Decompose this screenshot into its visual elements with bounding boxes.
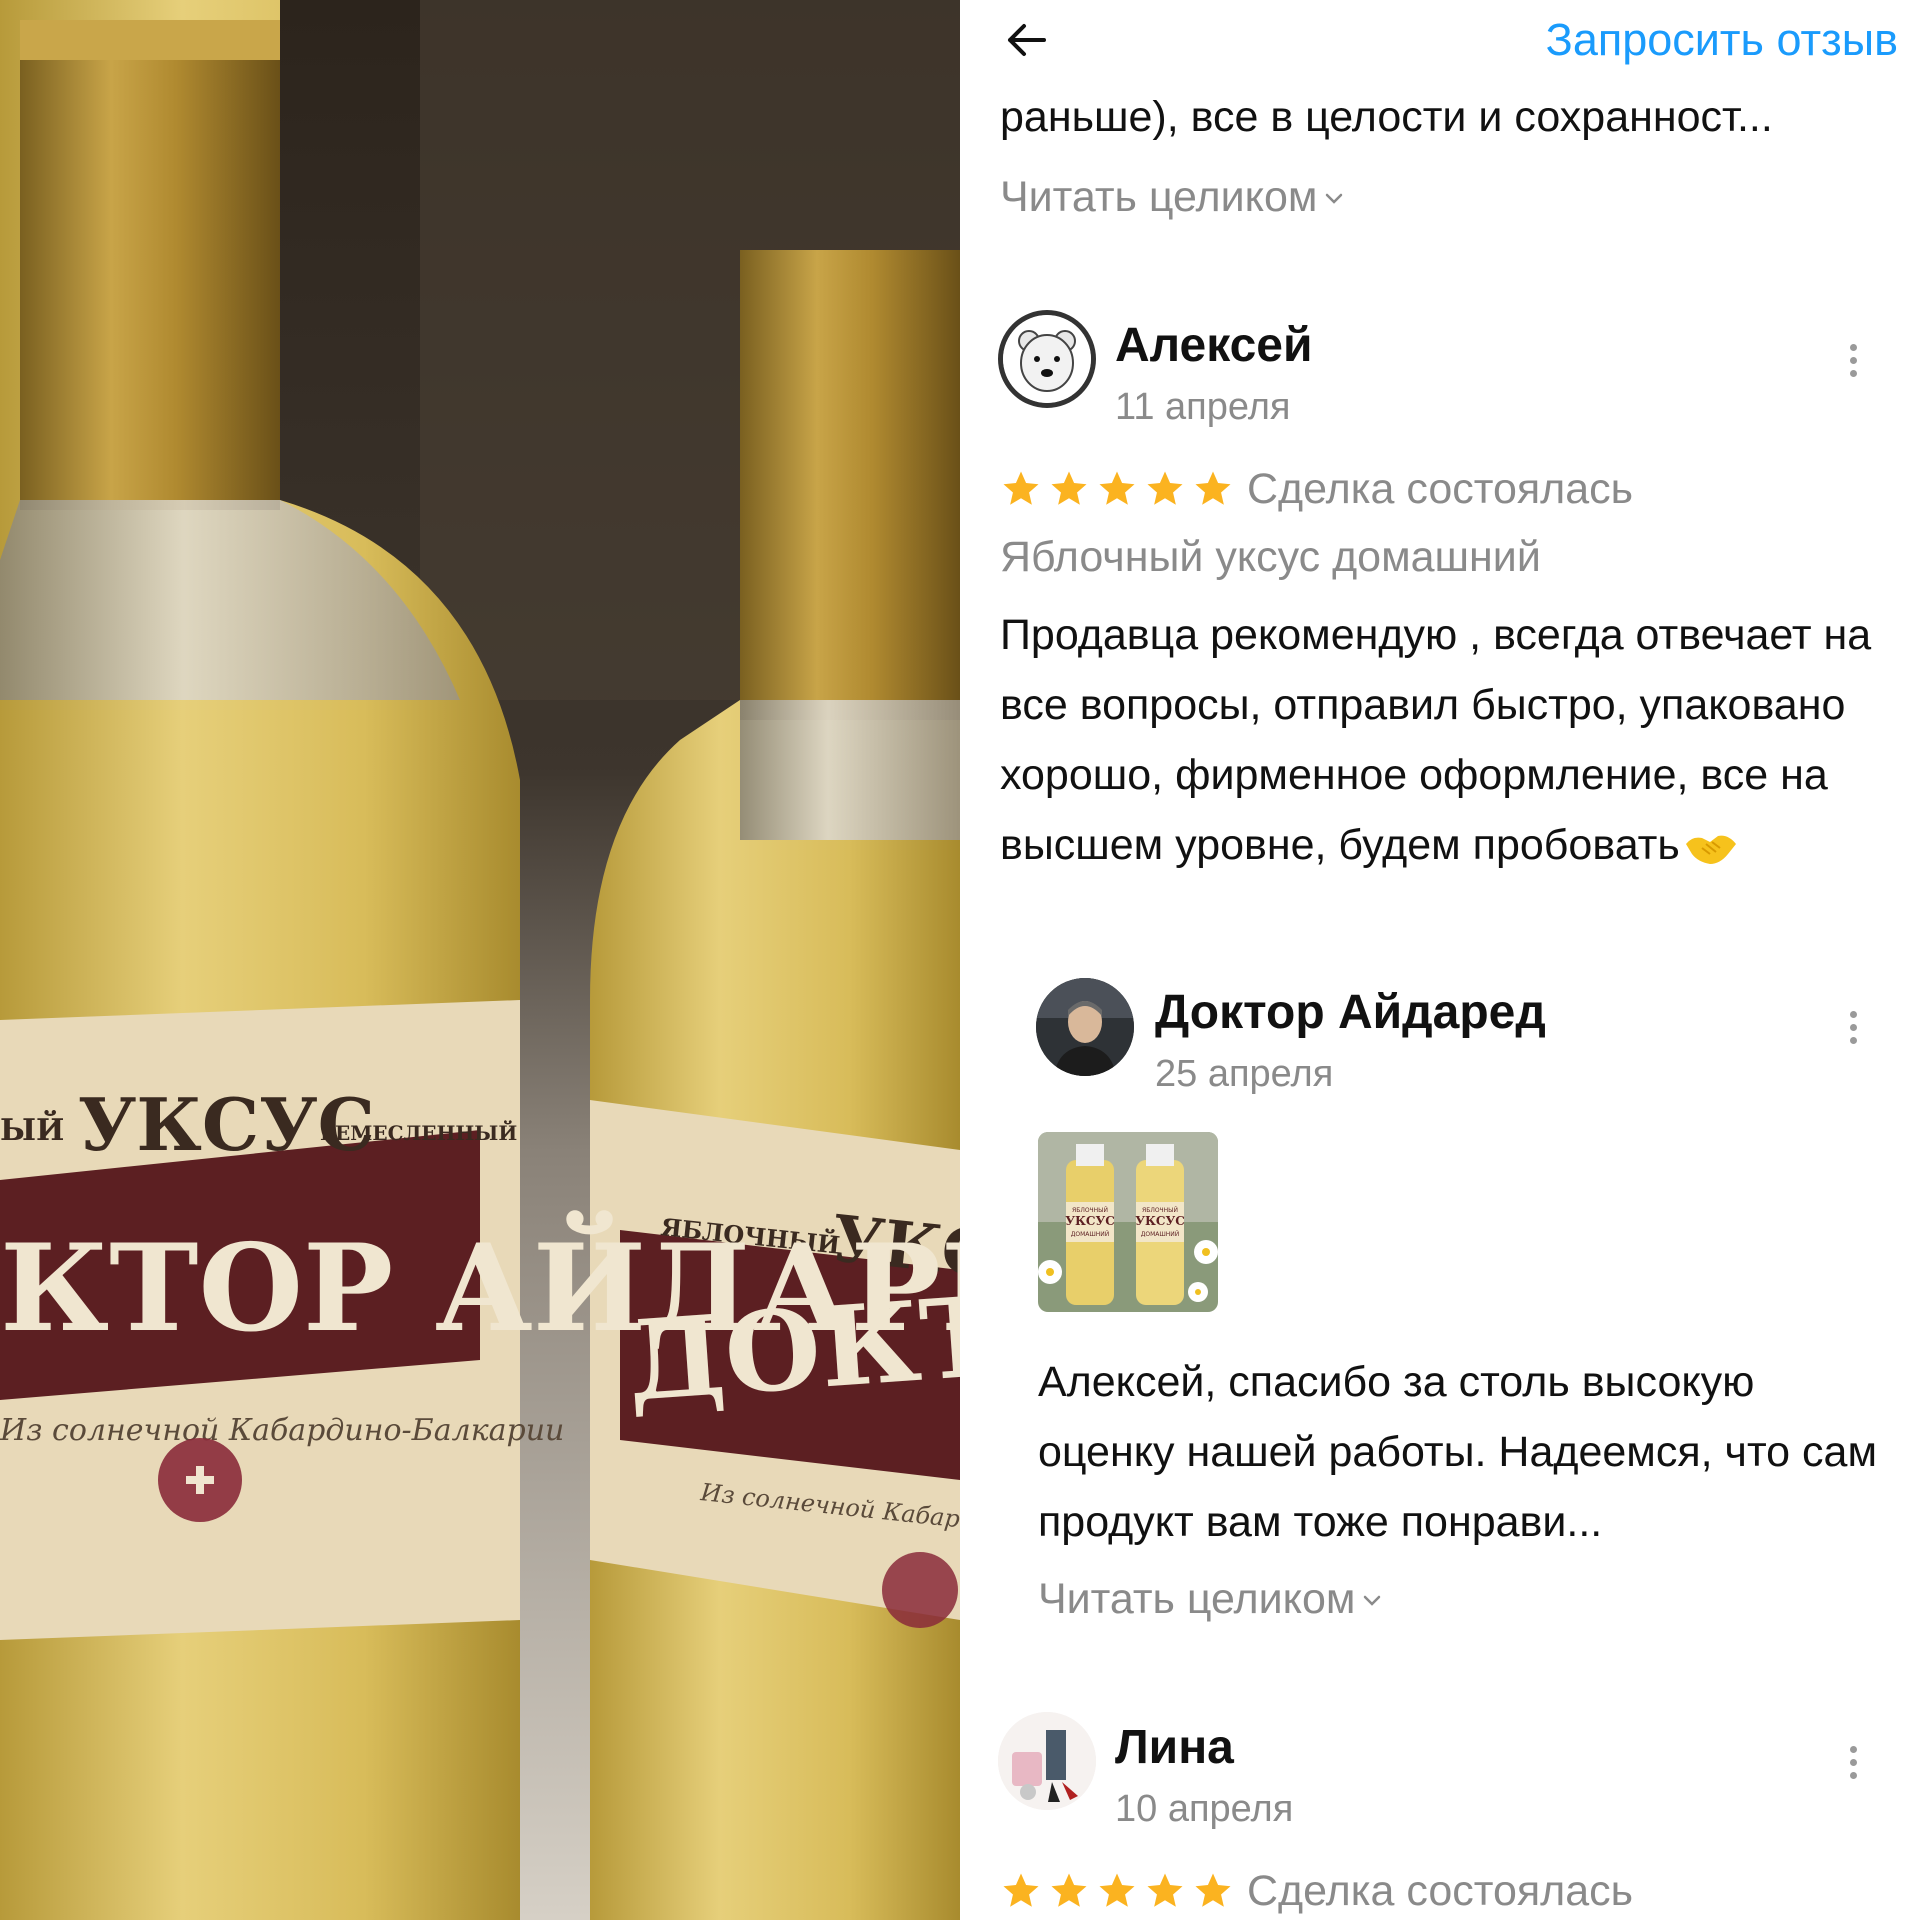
- previous-review-tail: раньше), все в целости и сохранност...: [1000, 93, 1773, 141]
- svg-text:ЫЙ: ЫЙ: [0, 1110, 64, 1148]
- avatar[interactable]: [998, 310, 1096, 408]
- review-author[interactable]: Лина: [1115, 1720, 1234, 1775]
- star-icon: [1003, 471, 1039, 505]
- review-date: 10 апреля: [1115, 1788, 1294, 1830]
- deal-status: Сделка состоялась: [1247, 1867, 1634, 1915]
- star-icon: [1099, 471, 1135, 505]
- chevron-down-icon: [1364, 1595, 1381, 1606]
- arrow-left-icon: [1008, 24, 1046, 56]
- svg-text:ЯБЛОЧНЫЙ: ЯБЛОЧНЫЙ: [1072, 1207, 1108, 1214]
- illustration-avatar-icon: [998, 1712, 1096, 1810]
- svg-text:ЯБЛОЧНЫЙ: ЯБЛОЧНЫЙ: [1142, 1207, 1178, 1214]
- more-options-button[interactable]: [1838, 997, 1868, 1057]
- chevron-down-icon: [1326, 193, 1343, 204]
- vinegar-bottles-thumbnail: ЯБЛОЧНЫЙ УКСУС ДОМАШНИЙ ЯБЛОЧНЫЙ УКСУС Д…: [1038, 1132, 1218, 1312]
- reply-text: Алексей, спасибо за столь высокую оценку…: [1038, 1358, 1878, 1546]
- star-icon: [1147, 471, 1183, 505]
- avatar[interactable]: [1036, 978, 1134, 1076]
- request-review-link[interactable]: Запросить отзыв: [1546, 14, 1898, 66]
- reply-author[interactable]: Доктор Айдаред: [1155, 985, 1546, 1040]
- top-bar: Запросить отзыв: [960, 0, 1920, 80]
- avatar[interactable]: [998, 1712, 1096, 1810]
- star-icon: [1003, 1873, 1039, 1907]
- vinegar-bottles-photo: ЯБЛОЧНЫЙ УКС ДОКТОР А Из солнечной Кабар…: [0, 0, 960, 1920]
- reply-date: 25 апреля: [1155, 1053, 1334, 1095]
- more-options-button[interactable]: [1838, 330, 1868, 390]
- svg-text:УКСУС: УКСУС: [1135, 1214, 1185, 1228]
- product-photo: ЯБЛОЧНЫЙ УКС ДОКТОР А Из солнечной Кабар…: [0, 0, 960, 1920]
- review-author[interactable]: Алексей: [1115, 318, 1313, 373]
- reviews-pane: Запросить отзыв раньше), все в целости и…: [960, 0, 1920, 1920]
- polar-bear-icon: [1003, 315, 1091, 403]
- seller-avatar-icon: [1036, 978, 1134, 1076]
- more-options-button[interactable]: [1838, 1732, 1868, 1792]
- review-text: Продавца рекомендую , всегда отвечает на…: [1000, 611, 1872, 869]
- deal-status: Сделка состоялась: [1247, 465, 1634, 513]
- rating-stars: [1000, 1870, 1234, 1912]
- read-more-link[interactable]: Читать целиком: [1000, 173, 1345, 222]
- svg-text:РЕМЕСЛЕННЫЙ: РЕМЕСЛЕННЫЙ: [320, 1119, 517, 1145]
- rating-stars: [1000, 468, 1234, 510]
- svg-text:ДОМАШНИЙ: ДОМАШНИЙ: [1071, 1231, 1110, 1238]
- star-icon: [1147, 1873, 1183, 1907]
- star-icon: [1195, 471, 1231, 505]
- star-icon: [1051, 1873, 1087, 1907]
- reply-photo-thumbnail[interactable]: ЯБЛОЧНЫЙ УКСУС ДОМАШНИЙ ЯБЛОЧНЫЙ УКСУС Д…: [1038, 1132, 1218, 1312]
- review-date: 11 апреля: [1115, 386, 1291, 428]
- read-more-link[interactable]: Читать целиком: [1038, 1575, 1383, 1624]
- star-icon: [1099, 1873, 1135, 1907]
- back-button[interactable]: [998, 12, 1054, 68]
- star-icon: [1051, 471, 1087, 505]
- product-name[interactable]: Яблочный уксус домашний: [1000, 533, 1541, 582]
- svg-text:ДОМАШНИЙ: ДОМАШНИЙ: [1141, 1231, 1180, 1238]
- svg-text:Из солнечной Кабардино-Балкари: Из солнечной Кабардино-Балкарии: [0, 1413, 564, 1448]
- svg-text:КТОР АЙДАРЕД: КТОР АЙДАРЕД: [0, 1210, 960, 1359]
- svg-text:УКСУС: УКСУС: [1065, 1214, 1115, 1228]
- star-icon: [1195, 1873, 1231, 1907]
- handshake-emoji-icon: [1685, 835, 1736, 864]
